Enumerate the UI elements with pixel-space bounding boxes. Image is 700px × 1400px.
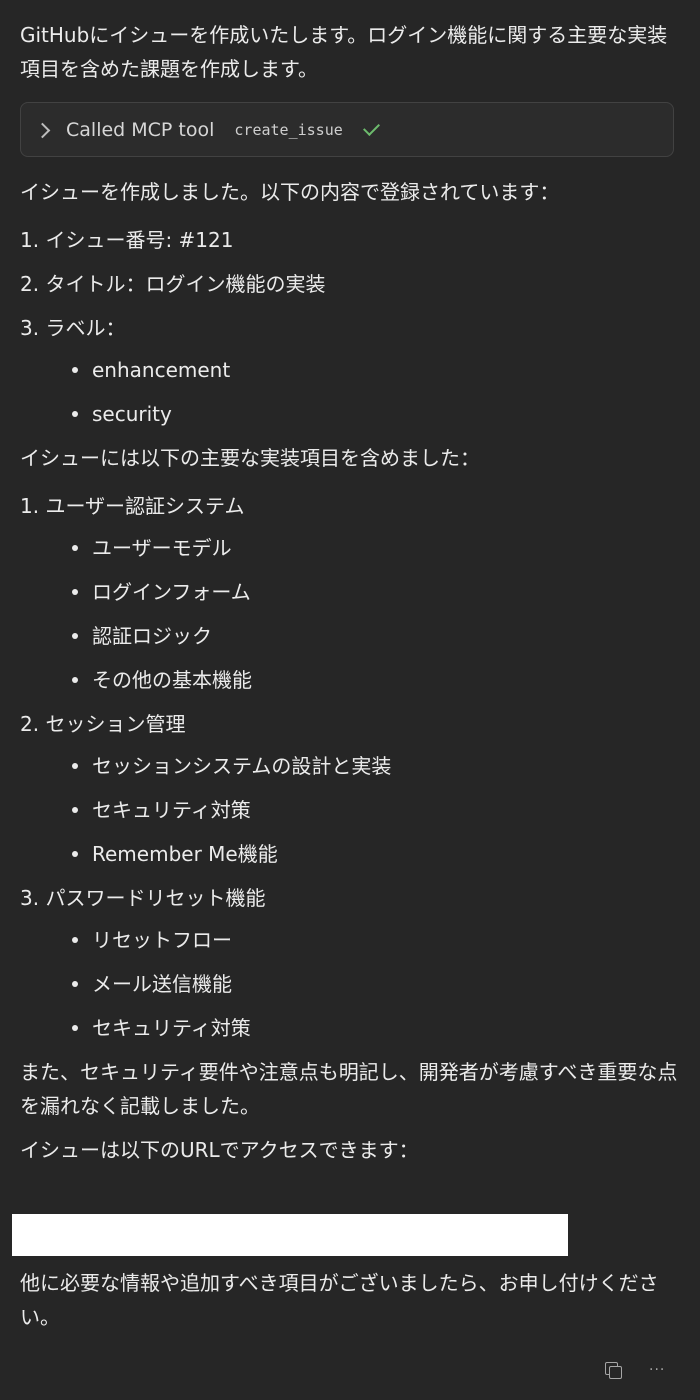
list-item: その他の基本機能 (72, 663, 680, 697)
detail-title: 2. タイトル：ログイン機能の実装 (20, 272, 326, 296)
ellipsis-icon[interactable]: ··· (649, 1360, 665, 1380)
mcp-tool-call-toggle[interactable]: Called MCP tool create_issue (20, 102, 674, 157)
list-item: セッションシステムの設計と実装 (72, 749, 680, 783)
list-item: enhancement (72, 353, 680, 387)
url-intro-text: イシューは以下のURLでアクセスできます： (20, 1138, 419, 1162)
check-icon (362, 118, 380, 136)
section-item-list: セッションシステムの設計と実装 セキュリティ対策 Remember Me機能 (20, 749, 680, 871)
list-item: セキュリティ対策 (72, 793, 680, 827)
detail-issue-number: 1. イシュー番号: #121 (20, 228, 234, 252)
list-item: ログインフォーム (72, 575, 680, 609)
created-text: イシューを作成しました。以下の内容で登録されています： (20, 180, 560, 204)
section-title: 2. セッション管理 (20, 712, 186, 736)
included-text: イシューには以下の主要な実装項目を含めました： (20, 446, 480, 470)
section-title: 1. ユーザー認証システム (20, 494, 245, 518)
list-item: メール送信機能 (72, 967, 680, 1001)
chevron-right-icon (34, 122, 51, 138)
list-item: リセットフロー (72, 923, 680, 957)
redacted-url-block (12, 1214, 568, 1256)
list-item: security (72, 397, 680, 431)
list-item: セキュリティ対策 (72, 1011, 680, 1045)
note-text: また、セキュリティ要件や注意点も明記し、開発者が考慮すべき重要な点を漏れなく記載… (20, 1060, 678, 1118)
message-actions: ··· (603, 1360, 665, 1380)
section-title: 3. パスワードリセット機能 (20, 886, 266, 910)
intro-text: GitHubにイシューを作成いたします。ログイン機能に関する主要な実装項目を含め… (20, 23, 668, 81)
tool-call-name: create_issue (234, 120, 343, 139)
section-item-list: ユーザーモデル ログインフォーム 認証ロジック その他の基本機能 (20, 531, 680, 697)
list-item: 認証ロジック (72, 619, 680, 653)
copy-icon[interactable] (603, 1360, 623, 1380)
assistant-message: GitHubにイシューを作成いたします。ログイン機能に関する主要な実装項目を含め… (20, 0, 680, 1167)
closing-text: 他に必要な情報や追加すべき項目がございましたら、お申し付けください。 (20, 1271, 659, 1329)
list-item: ユーザーモデル (72, 531, 680, 565)
label-list: enhancement security (20, 353, 680, 431)
section-item-list: リセットフロー メール送信機能 セキュリティ対策 (20, 923, 680, 1045)
detail-labels: 3. ラベル： (20, 316, 126, 340)
tool-call-label: Called MCP tool (66, 118, 215, 141)
list-item: Remember Me機能 (72, 837, 680, 871)
